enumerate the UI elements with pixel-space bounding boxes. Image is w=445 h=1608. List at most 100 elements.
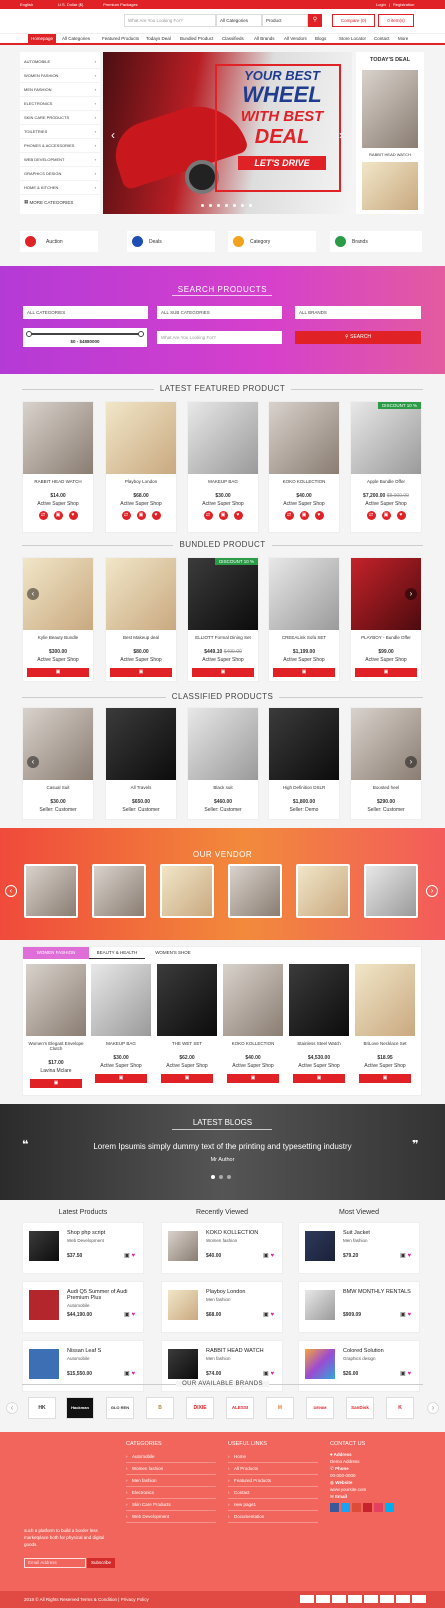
blog-dot[interactable] — [219, 1175, 223, 1179]
product-shop[interactable]: Active Super Shop — [91, 1063, 151, 1069]
slider-dot[interactable] — [225, 204, 228, 207]
product-image[interactable]: DISCOUNT 10 % — [188, 558, 258, 630]
nav-more[interactable]: More — [398, 36, 408, 41]
slider-next-icon[interactable]: › — [339, 128, 343, 142]
product-name[interactable]: BriLove Necklace Set — [355, 1041, 415, 1046]
nav-featured[interactable]: Featured Products — [102, 36, 139, 41]
product-name[interactable]: RABBIT HEAD WATCH — [206, 1348, 278, 1354]
cart-icon[interactable]: ▣ — [400, 1371, 406, 1377]
product-image[interactable] — [106, 708, 176, 780]
product-image[interactable] — [157, 964, 217, 1036]
product-name[interactable]: Casual Suit — [23, 785, 93, 790]
product-image[interactable] — [269, 402, 339, 474]
quicklink-auction[interactable]: Auction — [20, 231, 98, 252]
product-shop[interactable]: Active Super Shop — [188, 501, 258, 507]
product-shop[interactable]: Active Super Shop — [23, 657, 93, 663]
classified-card[interactable]: Black suit $460.00 Seller: Customer — [187, 707, 259, 820]
vendor-avatar[interactable] — [364, 864, 418, 918]
footer-link[interactable]: Documentation — [228, 1511, 318, 1523]
product-name[interactable]: Women's Elegant Envelope Clutch — [26, 1041, 86, 1051]
add-to-cart-button[interactable]: ▣ — [192, 668, 254, 677]
product-name[interactable]: MAKEUP BAG — [91, 1041, 151, 1046]
product-thumb[interactable] — [168, 1349, 198, 1379]
slider-dot[interactable] — [249, 204, 252, 207]
nav-classifieds[interactable]: Classifieds — [222, 36, 244, 41]
heart-icon[interactable]: ♥ — [270, 1312, 274, 1318]
sidebar-item-web-development[interactable]: WEB DEVELOPMENT › — [20, 153, 100, 167]
footer-link[interactable]: Skin Care Products — [126, 1499, 216, 1511]
heart-icon[interactable]: ♥ — [407, 1253, 411, 1259]
footer-link[interactable]: Contact — [228, 1487, 318, 1499]
heart-icon[interactable]: ♥ — [396, 511, 406, 520]
nav-contact[interactable]: Contact — [374, 36, 390, 41]
brand-logo[interactable]: Hackman — [66, 1397, 94, 1419]
add-to-cart-button[interactable]: ▣ — [359, 1074, 411, 1083]
footer-link[interactable]: Web Development — [126, 1511, 216, 1523]
quicklink-deals[interactable]: Deals — [127, 231, 215, 252]
search-products-button[interactable]: ⚲ SEARCH — [295, 331, 421, 344]
heart-icon[interactable]: ♥ — [270, 1253, 274, 1259]
product-shop[interactable]: Active Super Shop — [355, 1063, 415, 1069]
cart-icon[interactable]: ▣ — [381, 511, 391, 520]
product-image[interactable] — [269, 708, 339, 780]
heart-icon[interactable]: ♥ — [151, 511, 161, 520]
classified-card[interactable]: ‹ Casual Suit $30.00 Seller: Customer — [22, 707, 94, 820]
product-name[interactable]: All Travels — [106, 785, 176, 790]
google-plus-icon[interactable] — [352, 1503, 361, 1512]
heart-icon[interactable]: ♥ — [131, 1253, 135, 1259]
product-name[interactable]: Suit Jacket — [343, 1230, 415, 1236]
product-image[interactable] — [223, 964, 283, 1036]
product-card[interactable]: Playboy London $68.00 Active Super Shop … — [105, 401, 177, 533]
cart-button[interactable]: 0 item(s) — [378, 14, 414, 27]
slider-dot[interactable] — [201, 204, 204, 207]
product-thumb[interactable] — [29, 1290, 59, 1320]
product-shop[interactable]: Active Super Shop — [157, 1063, 217, 1069]
product-shop[interactable]: Active Super Shop — [269, 501, 339, 507]
brand-logo[interactable]: GLO REN — [106, 1397, 134, 1419]
sidebar-item-graphics-design[interactable]: GRAPHICS DESIGN › — [20, 167, 100, 181]
brand-logo[interactable]: K — [386, 1397, 414, 1419]
vendor-avatar[interactable] — [296, 864, 350, 918]
product-name[interactable]: MAKEUP BAG — [188, 479, 258, 484]
list-item[interactable]: BMW MONTHLY RENTALS $909.09 ▣ ♥ — [298, 1281, 420, 1333]
subscribe-button[interactable]: Subscribe — [87, 1558, 115, 1568]
footer-link[interactable]: Men fashion — [126, 1475, 216, 1487]
price-range-slider[interactable]: $0 - $4880000 — [23, 328, 147, 347]
product-image[interactable] — [91, 964, 151, 1036]
add-to-cart-button[interactable]: ▣ — [30, 1079, 82, 1088]
footer-link[interactable]: Automobile — [126, 1451, 216, 1463]
slider-handle-max[interactable] — [138, 331, 144, 337]
carousel-next-icon[interactable]: › — [405, 588, 417, 600]
list-item[interactable]: Playboy London Men fashion $68.00 ▣ ♥ — [161, 1281, 283, 1333]
slider-dot[interactable] — [217, 204, 220, 207]
heart-icon[interactable]: ♥ — [68, 511, 78, 520]
footer-link[interactable]: Electronics — [126, 1487, 216, 1499]
product-name[interactable]: High Definition DSLR — [269, 785, 339, 790]
product-name[interactable]: Apple Bundle Offer — [351, 479, 421, 484]
deal-product-name[interactable]: RABBIT HEAD WATCH — [356, 152, 424, 157]
product-shop[interactable]: Active Super Shop — [106, 657, 176, 663]
slider-dot[interactable] — [233, 204, 236, 207]
keyword-input[interactable]: What Are You Looking For? — [157, 331, 282, 344]
deal-product-image[interactable] — [362, 70, 418, 148]
cart-icon[interactable]: ▣ — [218, 511, 228, 520]
product-shop[interactable]: Active Super Shop — [106, 501, 176, 507]
heart-icon[interactable]: ♥ — [407, 1371, 411, 1377]
list-item[interactable]: KOKO KOLLECTION Women fashion $40.00 ▣ ♥ — [161, 1222, 283, 1274]
compare-icon[interactable]: ⇄ — [38, 511, 48, 520]
vendor-avatar[interactable] — [24, 864, 78, 918]
heart-icon[interactable]: ♥ — [131, 1312, 135, 1318]
product-name[interactable]: BMW MONTHLY RENTALS — [343, 1289, 415, 1295]
cart-icon[interactable]: ▣ — [136, 511, 146, 520]
product-name[interactable]: THE WET SET — [157, 1041, 217, 1046]
language-select[interactable]: English — [20, 2, 33, 7]
instagram-icon[interactable] — [374, 1503, 383, 1512]
category-select[interactable]: All Categories — [216, 14, 262, 27]
cart-icon[interactable]: ▣ — [400, 1312, 406, 1318]
cart-icon[interactable]: ▣ — [263, 1371, 269, 1377]
sidebar-item-phones[interactable]: PHONES & ACCESSORIES › — [20, 139, 100, 153]
product-image[interactable] — [106, 402, 176, 474]
product-name[interactable]: Playboy London — [206, 1289, 278, 1295]
brand-logo[interactable]: SanDisk — [346, 1397, 374, 1419]
nav-all-brands[interactable]: All Brands — [254, 36, 275, 41]
